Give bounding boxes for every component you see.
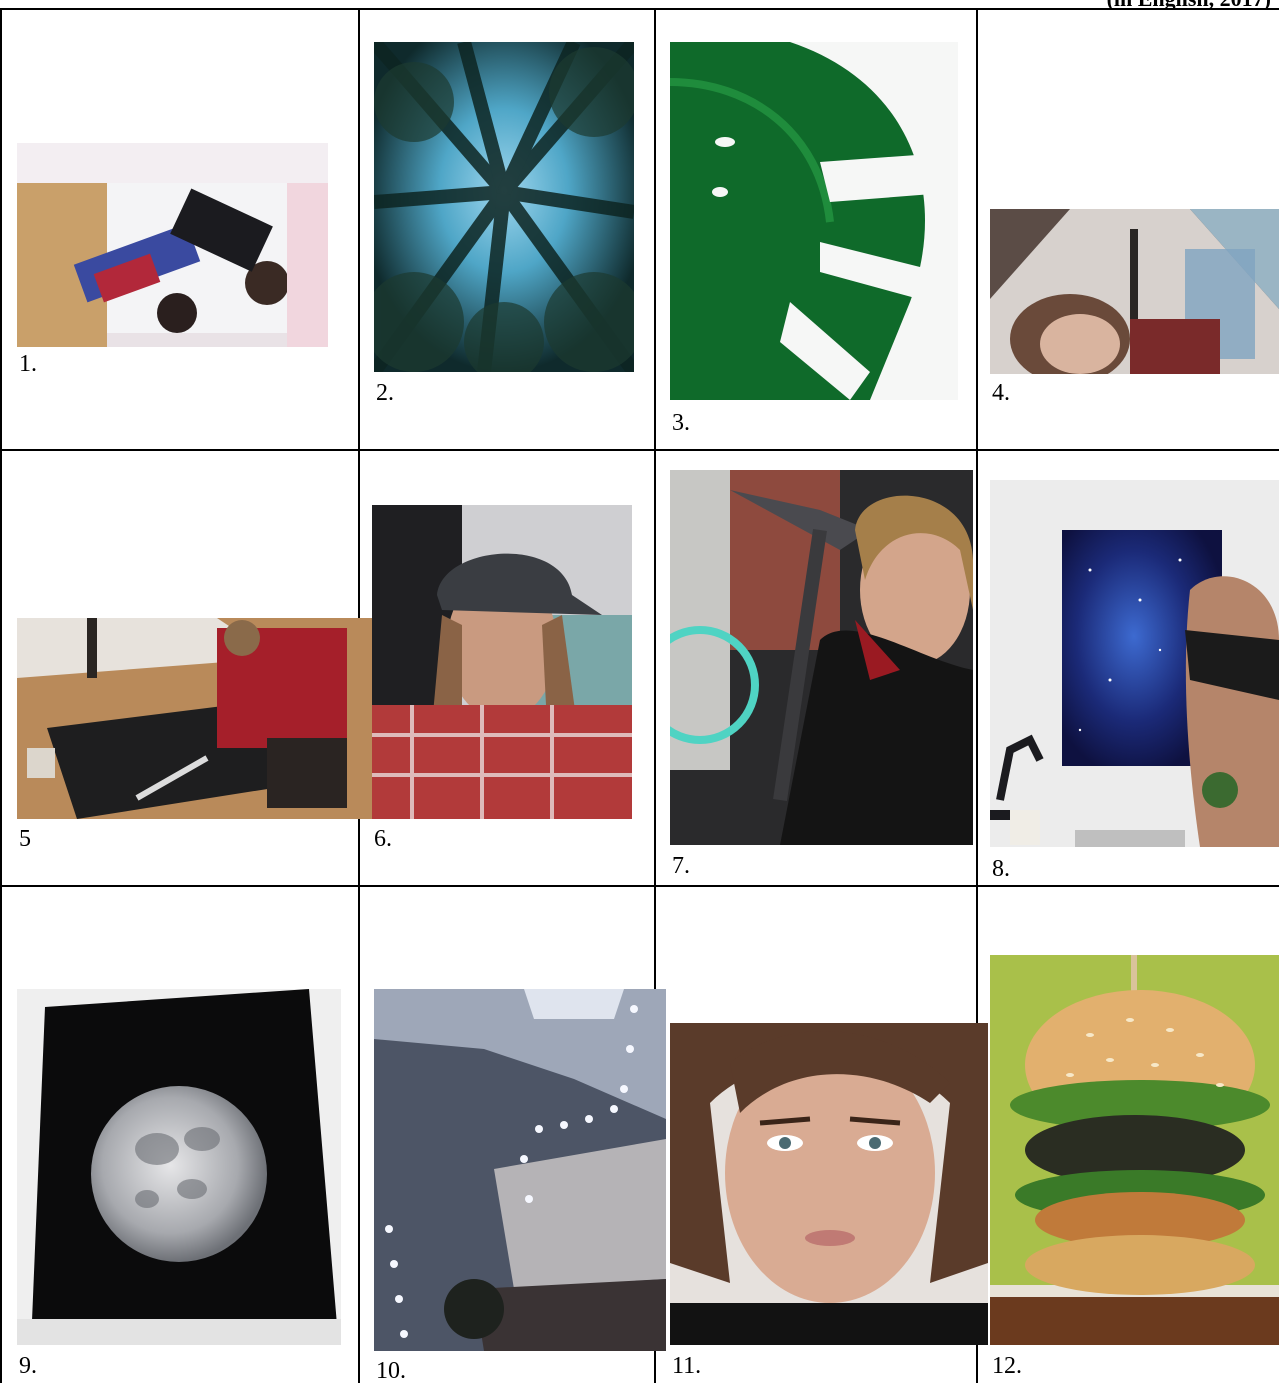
caption-7: 7. <box>672 853 690 879</box>
photo-5-image <box>17 618 375 819</box>
photo-3 <box>670 42 958 400</box>
photo-2 <box>374 42 634 372</box>
photo-5 <box>17 618 375 819</box>
caption-4: 4. <box>992 380 1010 406</box>
photo-9-image <box>17 989 341 1345</box>
caption-10: 10. <box>376 1358 406 1384</box>
photo-12 <box>990 955 1279 1345</box>
photo-11-image <box>670 1023 988 1345</box>
photo-3-image <box>670 42 958 400</box>
photo-10-image <box>374 989 666 1351</box>
photo-10 <box>374 989 666 1351</box>
caption-2: 2. <box>376 380 394 406</box>
photo-1 <box>17 143 328 347</box>
photo-6 <box>372 505 632 819</box>
photo-8-image <box>990 480 1279 847</box>
caption-9: 9. <box>19 1353 37 1379</box>
caption-3: 3. <box>672 410 690 436</box>
photo-4-image <box>990 209 1279 374</box>
grid-line-left <box>0 8 2 1383</box>
photo-4 <box>990 209 1279 374</box>
photo-9 <box>17 989 341 1345</box>
photo-grid: 1. 2. 3. 4. 5 6. 7. 8. 9. 10. 11. 12. <box>0 8 1279 1384</box>
photo-2-image <box>374 42 634 372</box>
header-strip: (in English, 2017) <box>0 0 1279 8</box>
photo-1-image <box>17 143 328 347</box>
photo-7-image <box>670 470 973 845</box>
photo-11 <box>670 1023 988 1345</box>
caption-8: 8. <box>992 856 1010 882</box>
caption-11: 11. <box>672 1353 702 1379</box>
caption-1: 1. <box>19 351 37 377</box>
grid-line-row2 <box>0 885 1279 887</box>
photo-12-image <box>990 955 1279 1345</box>
grid-line-row1 <box>0 449 1279 451</box>
photo-8 <box>990 480 1279 847</box>
grid-line-top <box>0 8 1279 10</box>
caption-12: 12. <box>992 1353 1022 1379</box>
photo-7 <box>670 470 973 845</box>
caption-5: 5 <box>19 826 31 852</box>
photo-6-image <box>372 505 632 819</box>
header-title: (in English, 2017) <box>1107 0 1271 8</box>
caption-6: 6. <box>374 826 392 852</box>
